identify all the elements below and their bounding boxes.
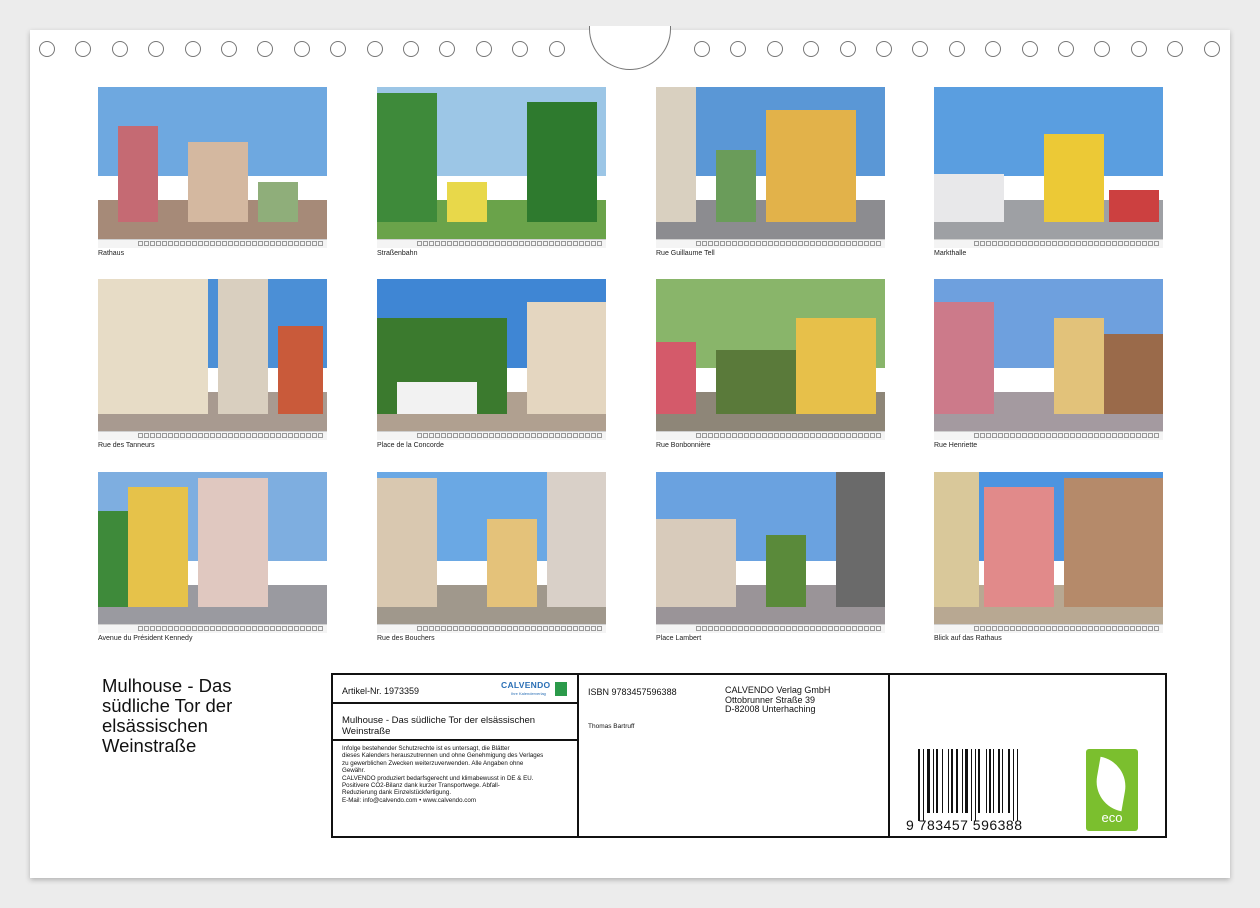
barcode-number: 9 783457 596388 <box>906 817 1023 833</box>
month-photo <box>934 87 1163 248</box>
barcode-area: 9 783457 596388 eco <box>890 675 1167 836</box>
month-caption: Rue des Tanneurs <box>98 442 155 449</box>
divider <box>577 675 579 836</box>
binding-ring <box>403 41 419 57</box>
binding-ring <box>1021 41 1038 57</box>
binding-rings <box>0 0 1260 70</box>
leaf-icon <box>1091 756 1131 812</box>
month-day-strip <box>934 624 1163 633</box>
binding-ring <box>876 41 892 57</box>
binding-ring <box>512 41 529 57</box>
legal-text: Infolge bestehender Schutzrechte ist es … <box>342 745 544 804</box>
month-day-strip <box>98 239 327 248</box>
calvendo-mark-icon <box>555 682 567 696</box>
month-photo <box>98 279 327 440</box>
month-photo <box>98 472 327 633</box>
binding-ring <box>1203 41 1220 57</box>
month-day-strip <box>656 239 885 248</box>
month-day-strip <box>377 624 606 633</box>
binding-ring <box>948 41 965 57</box>
month-photo <box>377 472 606 633</box>
binding-ring <box>184 41 201 57</box>
month-caption: Rue Bonbonnière <box>656 442 711 449</box>
divider <box>333 739 577 741</box>
month-photo <box>934 279 1163 440</box>
binding-ring <box>439 41 456 57</box>
month-caption: Place Lambert <box>656 635 702 642</box>
binding-ring <box>475 41 492 57</box>
eco-badge: eco <box>1086 749 1138 831</box>
product-title: Mulhouse - Das südliche Tor der elsässis… <box>342 715 536 737</box>
month-caption: Rue des Bouchers <box>377 635 435 642</box>
month-caption: Blick auf das Rathaus <box>934 635 1002 642</box>
month-caption: Rathaus <box>98 250 125 257</box>
month-photo <box>377 279 606 440</box>
binding-ring <box>1167 41 1184 57</box>
binding-ring <box>1058 41 1074 57</box>
month-caption: Straßenbahn <box>377 250 418 257</box>
month-day-strip <box>377 239 606 248</box>
month-photo <box>656 279 885 440</box>
binding-ring <box>912 41 929 57</box>
month-caption: Avenue du Président Kennedy <box>98 635 193 642</box>
binding-ring <box>548 41 565 57</box>
binding-ring <box>985 41 1002 57</box>
binding-ring <box>111 41 128 57</box>
month-caption: Markthalle <box>934 250 967 257</box>
isbn: ISBN 9783457596388 <box>588 687 677 697</box>
month-photo <box>656 87 885 248</box>
binding-ring <box>148 41 165 57</box>
month-caption: Rue Henriette <box>934 442 978 449</box>
calendar-title: Mulhouse - Das südliche Tor der elsässis… <box>102 675 233 756</box>
month-day-strip <box>98 624 327 633</box>
hanger-cutout <box>589 26 671 70</box>
article-number: Artikel-Nr. 1973359 <box>342 686 420 696</box>
month-day-strip <box>934 431 1163 440</box>
binding-ring <box>803 41 820 57</box>
binding-ring <box>1094 41 1111 57</box>
binding-ring <box>766 41 783 57</box>
binding-ring <box>730 41 747 57</box>
barcode <box>918 749 1058 821</box>
publisher-address: CALVENDO Verlag GmbH Ottobrunner Straße 3… <box>725 685 831 714</box>
month-photo <box>98 87 327 248</box>
month-day-strip <box>98 431 327 440</box>
month-day-strip <box>377 431 606 440</box>
month-day-strip <box>656 431 885 440</box>
binding-ring <box>694 41 710 57</box>
month-caption: Place de la Concorde <box>377 442 444 449</box>
binding-ring <box>1130 41 1147 57</box>
binding-ring <box>39 41 55 57</box>
month-day-strip <box>656 624 885 633</box>
calvendo-logo: CALVENDO Ihre Kalenderverlag <box>501 680 567 700</box>
month-caption: Rue Guillaume Tell <box>656 250 715 257</box>
author: Thomas Bartruff <box>588 723 635 730</box>
month-photo <box>656 472 885 633</box>
month-day-strip <box>934 239 1163 248</box>
binding-ring <box>366 41 383 57</box>
info-box: Artikel-Nr. 1973359 CALVENDO Ihre Kalend… <box>331 673 1167 838</box>
month-photo <box>934 472 1163 633</box>
divider <box>333 702 577 704</box>
binding-ring <box>330 41 347 57</box>
binding-ring <box>293 41 310 57</box>
binding-ring <box>75 41 92 57</box>
month-photo <box>377 87 606 248</box>
binding-ring <box>221 41 237 57</box>
binding-ring <box>839 41 856 57</box>
binding-ring <box>257 41 274 57</box>
